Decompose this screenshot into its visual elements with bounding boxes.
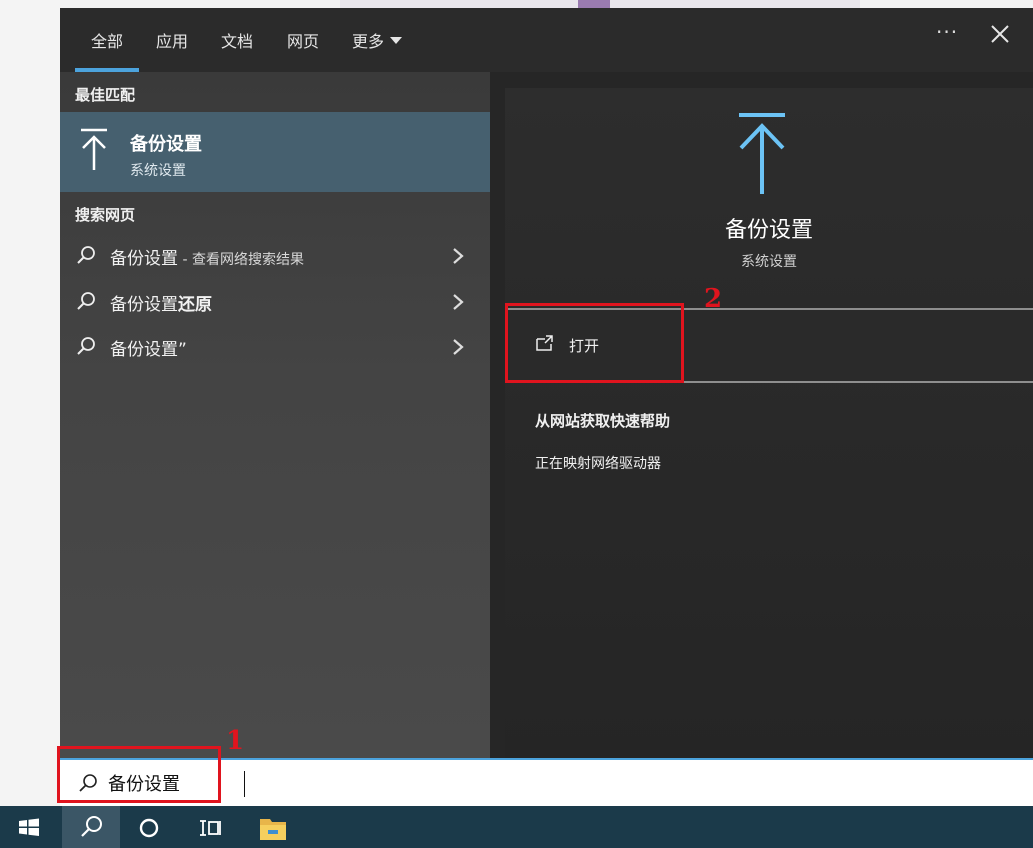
web-result-text: 备份设置”: [110, 340, 187, 360]
tab-apps[interactable]: 应用: [156, 28, 188, 52]
file-explorer-button[interactable]: [244, 806, 302, 848]
windows-logo-icon: [19, 818, 39, 836]
annotation-number-2: 2: [704, 284, 723, 314]
search-panel: 全部 应用 文档 网页 更多 ··· 最佳匹配 备份设置 系统设置 搜索网页 备…: [60, 8, 1033, 758]
annotation-number-1: 1: [226, 726, 245, 756]
close-icon[interactable]: [988, 22, 1012, 46]
search-tabs: 全部 应用 文档 网页 更多 ···: [60, 8, 1033, 72]
annotation-box-1: [57, 746, 221, 803]
task-view-icon: [200, 820, 221, 836]
web-result-completion: 还原: [178, 295, 212, 315]
tab-all[interactable]: 全部: [91, 28, 123, 52]
web-result-item[interactable]: 备份设置还原: [60, 281, 490, 323]
preview-pane: 备份设置 系统设置 打开 从网站获取快速帮助 正在映射网络驱动器: [490, 72, 1033, 758]
search-icon: [81, 816, 102, 837]
tab-more-label: 更多: [352, 32, 385, 51]
quick-help-header: 从网站获取快速帮助: [535, 412, 671, 430]
tab-web[interactable]: 网页: [287, 28, 319, 52]
preview-subtitle: 系统设置: [741, 254, 797, 270]
best-match-item[interactable]: 备份设置 系统设置: [60, 112, 490, 192]
search-icon: [77, 292, 95, 310]
web-result-suffix: - 查看网络搜索结果: [178, 252, 304, 268]
annotation-box-2: [505, 303, 684, 383]
quick-help-link[interactable]: 正在映射网络驱动器: [535, 453, 661, 473]
cortana-icon: [139, 818, 159, 838]
text-cursor: [244, 771, 245, 797]
chevron-right-icon: [453, 294, 464, 310]
web-search-header: 搜索网页: [75, 206, 136, 224]
preview-title: 备份设置: [724, 218, 813, 243]
tab-documents[interactable]: 文档: [221, 28, 253, 52]
cortana-button[interactable]: [120, 806, 178, 848]
more-options-icon[interactable]: ···: [936, 20, 958, 44]
best-match-subtitle: 系统设置: [130, 163, 186, 179]
start-button[interactable]: [0, 806, 58, 848]
desktop-background: [0, 0, 60, 800]
best-match-title: 备份设置: [130, 134, 202, 155]
best-match-header: 最佳匹配: [75, 86, 136, 104]
backup-upload-icon: [81, 128, 107, 170]
web-result-text: 备份设置 - 查看网络搜索结果: [110, 244, 304, 269]
web-result-text: 备份设置还原: [110, 290, 212, 315]
chevron-right-icon: [453, 339, 464, 355]
web-result-item[interactable]: 备份设置 - 查看网络搜索结果: [60, 235, 490, 277]
web-result-item[interactable]: 备份设置”: [60, 326, 490, 368]
results-list: 最佳匹配 备份设置 系统设置 搜索网页 备份设置 - 查看网络搜索结果 备份设置…: [60, 72, 490, 758]
web-result-query: 备份设置: [110, 295, 178, 315]
web-result-query: 备份设置: [110, 249, 178, 269]
folder-icon: [260, 819, 286, 840]
chevron-right-icon: [453, 248, 464, 264]
task-view-button[interactable]: [180, 806, 238, 848]
background-window-accent: [578, 0, 610, 8]
tab-more[interactable]: 更多: [352, 28, 403, 52]
taskbar: [0, 806, 1033, 848]
search-icon: [77, 337, 95, 355]
chevron-down-icon: [390, 37, 403, 44]
taskbar-search-button[interactable]: [62, 806, 120, 848]
backup-upload-icon: [739, 113, 785, 194]
preview-card: 备份设置 系统设置 打开 从网站获取快速帮助 正在映射网络驱动器: [505, 88, 1033, 758]
search-icon: [77, 246, 95, 264]
